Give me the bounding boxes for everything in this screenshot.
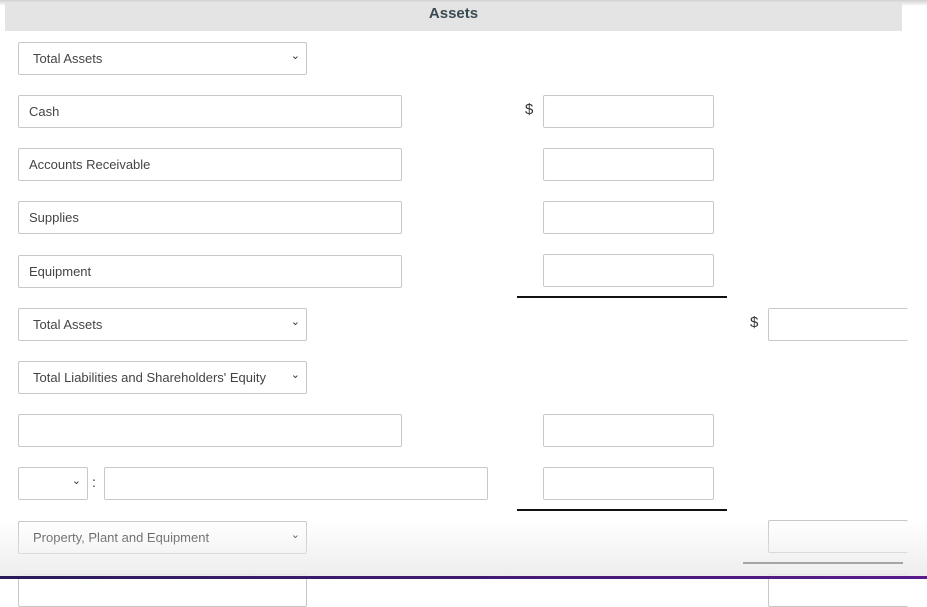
account-input-accounts-receivable[interactable]: Accounts Receivable [18, 148, 402, 181]
heading-select-total-liabilities[interactable]: Total Liabilities and Shareholders' Equi… [18, 361, 307, 394]
colon-separator: : [92, 474, 96, 490]
subtotal-rule [517, 296, 727, 298]
total-select-total-assets[interactable]: Total Assets ⌄ [18, 308, 307, 341]
dollar-sign: $ [525, 101, 534, 118]
chevron-down-icon: ⌄ [290, 529, 300, 541]
input-value: Cash [29, 104, 60, 119]
amount-input-blank[interactable] [543, 414, 714, 447]
select-value: Total Liabilities and Shareholders' Equi… [33, 370, 267, 385]
chevron-down-icon: ⌄ [290, 316, 300, 328]
small-select[interactable]: ⌄ [18, 467, 88, 500]
amount-input-named[interactable] [543, 467, 714, 500]
amount-input-total-assets[interactable] [768, 308, 908, 341]
section-header: Assets [5, 2, 902, 31]
amount-input-accounts-receivable[interactable] [543, 148, 714, 181]
dollar-sign: $ [750, 314, 759, 331]
chevron-down-icon: ⌄ [71, 475, 81, 487]
amount-input-cash[interactable] [543, 95, 714, 128]
subtotal-rule [743, 562, 903, 564]
chevron-down-icon: ⌄ [290, 369, 300, 381]
input-value: Equipment [29, 264, 92, 279]
subtotal-rule [517, 509, 727, 511]
account-input-supplies[interactable]: Supplies [18, 201, 402, 234]
amount-input-supplies[interactable] [543, 201, 714, 234]
select-value: Total Assets [33, 317, 103, 332]
select-value: Total Assets [33, 51, 103, 66]
input-value: Accounts Receivable [29, 157, 151, 172]
input-value: Supplies [29, 210, 79, 225]
heading-select-total-assets[interactable]: Total Assets ⌄ [18, 42, 307, 75]
select-value: Property, Plant and Equipment [33, 530, 210, 545]
account-input-blank[interactable] [18, 414, 402, 447]
amount-input-subtotal[interactable] [768, 520, 908, 553]
account-input-named[interactable] [104, 467, 488, 500]
amount-input-equipment[interactable] [543, 254, 714, 287]
account-input-cash[interactable]: Cash [18, 95, 402, 128]
chevron-down-icon: ⌄ [290, 50, 300, 62]
section-title: Assets [428, 5, 479, 22]
account-input-equipment[interactable]: Equipment [18, 255, 402, 288]
heading-select-ppe[interactable]: Property, Plant and Equipment ⌄ [18, 521, 307, 554]
